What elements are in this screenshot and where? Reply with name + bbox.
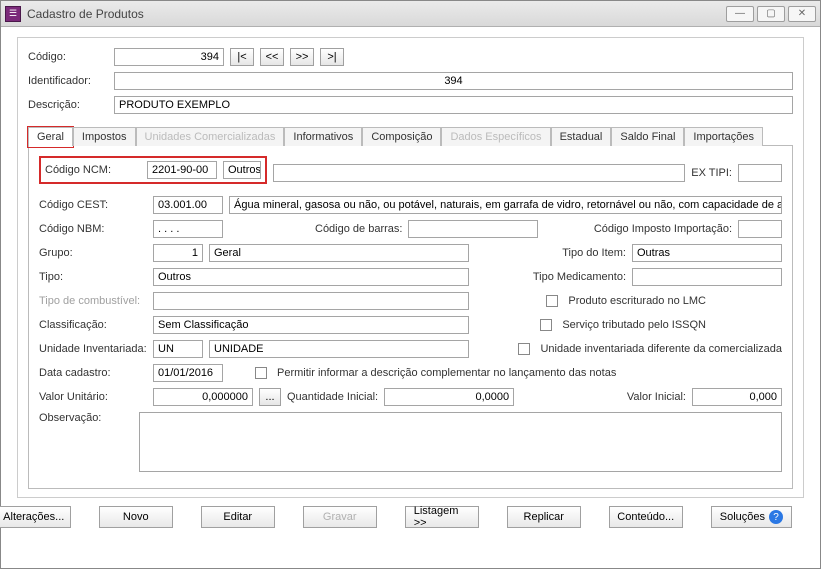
barras-field[interactable] bbox=[408, 220, 538, 238]
extipi-label: EX TIPI: bbox=[691, 167, 732, 179]
unid-label: Unidade Inventariada: bbox=[39, 343, 147, 355]
ncm-highlight: Código NCM: 2201-90-00 Outros bbox=[39, 156, 267, 184]
solucoes-button[interactable]: Soluções ? bbox=[711, 506, 792, 528]
cest-desc-field[interactable]: Água mineral, gasosa ou não, ou potável,… bbox=[229, 196, 782, 214]
tab-estadual[interactable]: Estadual bbox=[551, 127, 612, 146]
checkbox-unid-dif[interactable] bbox=[518, 343, 530, 355]
tab-composicao[interactable]: Composição bbox=[362, 127, 441, 146]
app-icon: ☰ bbox=[5, 6, 21, 22]
nav-next-button[interactable]: >> bbox=[290, 48, 314, 66]
titlebar: ☰ Cadastro de Produtos — ▢ ✕ bbox=[1, 1, 820, 27]
tab-saldo[interactable]: Saldo Final bbox=[611, 127, 684, 146]
tab-geral-label: Geral bbox=[37, 131, 64, 143]
nav-prev-button[interactable]: << bbox=[260, 48, 284, 66]
descricao-label: Descrição: bbox=[28, 99, 108, 111]
tab-impostos[interactable]: Impostos bbox=[73, 127, 136, 146]
qtd-field[interactable]: 0,0000 bbox=[384, 388, 514, 406]
ncm-field[interactable]: 2201-90-00 bbox=[147, 161, 217, 179]
editar-button[interactable]: Editar bbox=[201, 506, 275, 528]
ncm-desc-field[interactable]: Outros bbox=[223, 161, 261, 179]
tab-geral[interactable]: Geral bbox=[28, 127, 73, 146]
checkbox-permitir[interactable] bbox=[255, 367, 267, 379]
tipo-label: Tipo: bbox=[39, 271, 147, 283]
checkbox-issqn[interactable] bbox=[540, 319, 552, 331]
checkbox-lmc[interactable] bbox=[546, 295, 558, 307]
solucoes-label: Soluções bbox=[720, 511, 765, 523]
ncm-desc-long[interactable] bbox=[273, 164, 685, 182]
window: ☰ Cadastro de Produtos — ▢ ✕ Código: 394… bbox=[0, 0, 821, 569]
tipo-comb-label: Tipo de combustível: bbox=[39, 295, 147, 307]
ncm-label: Código NCM: bbox=[45, 164, 141, 176]
checkbox-permitir-label: Permitir informar a descrição complement… bbox=[277, 367, 616, 379]
replicar-button[interactable]: Replicar bbox=[507, 506, 581, 528]
checkbox-issqn-label: Serviço tributado pelo ISSQN bbox=[562, 319, 706, 331]
class-label: Classificação: bbox=[39, 319, 147, 331]
identificador-field[interactable]: 394 bbox=[114, 72, 793, 90]
tipo-item-field[interactable]: Outras bbox=[632, 244, 782, 262]
tabs: Geral Impostos Unidades Comercializadas … bbox=[28, 126, 793, 146]
help-icon: ? bbox=[769, 510, 783, 524]
maximize-button[interactable]: ▢ bbox=[757, 6, 785, 22]
grupo-desc-field[interactable]: Geral bbox=[209, 244, 469, 262]
gravar-button: Gravar bbox=[303, 506, 377, 528]
obs-label: Observação: bbox=[39, 412, 133, 424]
extipi-field[interactable] bbox=[738, 164, 782, 182]
codigo-label: Código: bbox=[28, 51, 108, 63]
unid-desc-field[interactable]: UNIDADE bbox=[209, 340, 469, 358]
tipo-comb-field bbox=[153, 292, 469, 310]
conteudo-button[interactable]: Conteúdo... bbox=[609, 506, 683, 528]
tab-panel-geral: Código NCM: 2201-90-00 Outros EX TIPI: C… bbox=[28, 146, 793, 489]
cest-field[interactable]: 03.001.00 bbox=[153, 196, 223, 214]
descricao-field[interactable]: PRODUTO EXEMPLO bbox=[114, 96, 793, 114]
nbm-field[interactable]: . . . . bbox=[153, 220, 223, 238]
identificador-label: Identificador: bbox=[28, 75, 108, 87]
tab-dados: Dados Específicos bbox=[441, 127, 550, 146]
tipo-item-label: Tipo do Item: bbox=[562, 247, 626, 259]
bottom-bar: Alterações... Novo Editar Gravar Listage… bbox=[17, 498, 804, 536]
tab-informativos[interactable]: Informativos bbox=[284, 127, 362, 146]
tipo-med-field[interactable] bbox=[632, 268, 782, 286]
minimize-button[interactable]: — bbox=[726, 6, 754, 22]
valor-ini-label: Valor Inicial: bbox=[627, 391, 686, 403]
cod-imp-field[interactable] bbox=[738, 220, 782, 238]
nav-first-button[interactable]: |< bbox=[230, 48, 254, 66]
class-field[interactable]: Sem Classificação bbox=[153, 316, 469, 334]
nbm-label: Código NBM: bbox=[39, 223, 147, 235]
tab-importacoes[interactable]: Importações bbox=[684, 127, 763, 146]
nav-last-button[interactable]: >| bbox=[320, 48, 344, 66]
valor-ini-field[interactable]: 0,000 bbox=[692, 388, 782, 406]
data-field[interactable]: 01/01/2016 bbox=[153, 364, 223, 382]
grupo-field[interactable]: 1 bbox=[153, 244, 203, 262]
tab-unidades: Unidades Comercializadas bbox=[136, 127, 285, 146]
cod-imp-label: Código Imposto Importação: bbox=[594, 223, 732, 235]
tipo-field[interactable]: Outros bbox=[153, 268, 469, 286]
window-title: Cadastro de Produtos bbox=[27, 7, 144, 21]
unid-field[interactable]: UN bbox=[153, 340, 203, 358]
alteracoes-button[interactable]: Alterações... bbox=[0, 506, 71, 528]
tipo-med-label: Tipo Medicamento: bbox=[533, 271, 626, 283]
valor-unit-dots-button[interactable]: ... bbox=[259, 388, 281, 406]
data-label: Data cadastro: bbox=[39, 367, 147, 379]
grupo-label: Grupo: bbox=[39, 247, 147, 259]
codigo-field[interactable]: 394 bbox=[114, 48, 224, 66]
close-button[interactable]: ✕ bbox=[788, 6, 816, 22]
barras-label: Código de barras: bbox=[315, 223, 402, 235]
valor-unit-label: Valor Unitário: bbox=[39, 391, 147, 403]
valor-unit-field[interactable]: 0,000000 bbox=[153, 388, 253, 406]
obs-field[interactable] bbox=[139, 412, 783, 472]
listagem-button[interactable]: Listagem >> bbox=[405, 506, 479, 528]
novo-button[interactable]: Novo bbox=[99, 506, 173, 528]
cest-label: Código CEST: bbox=[39, 199, 147, 211]
qtd-label: Quantidade Inicial: bbox=[287, 391, 378, 403]
checkbox-unid-dif-label: Unidade inventariada diferente da comerc… bbox=[540, 343, 782, 355]
checkbox-lmc-label: Produto escriturado no LMC bbox=[568, 295, 706, 307]
